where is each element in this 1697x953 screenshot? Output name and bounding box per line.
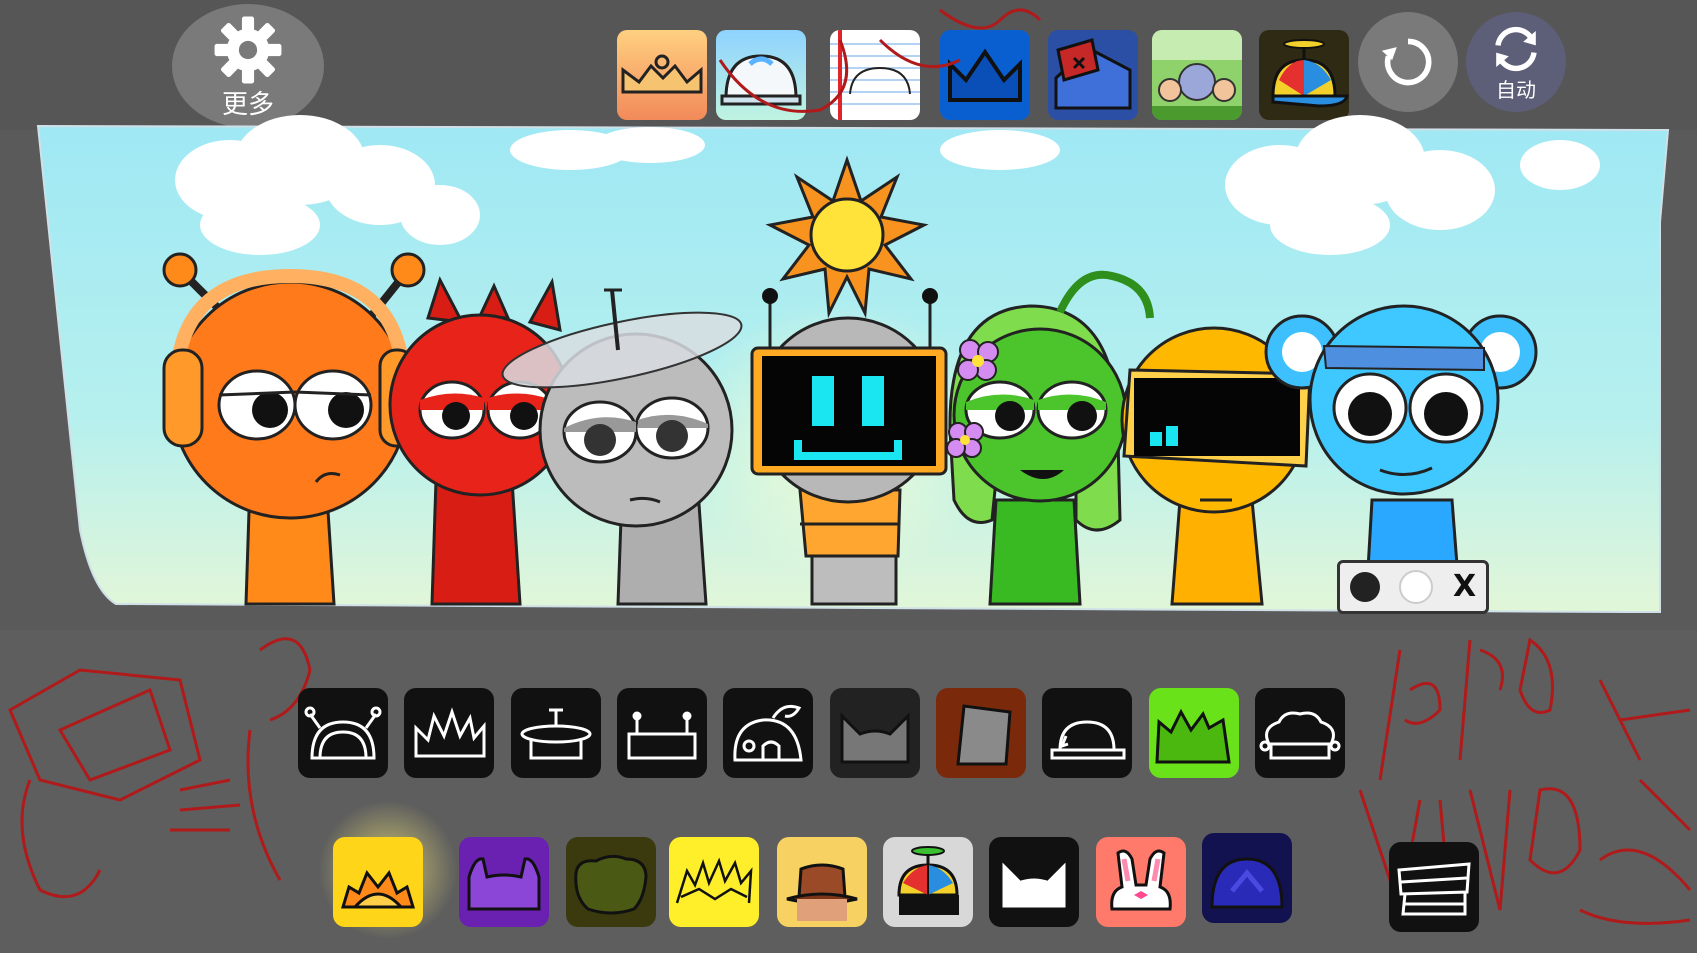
costume-propeller-cap[interactable] — [883, 837, 973, 927]
costume-bush-hair[interactable] — [566, 837, 656, 927]
costume-white-cat-ears[interactable] — [989, 837, 1079, 927]
costume-gray-bucket[interactable] — [936, 688, 1026, 778]
costume-pink-bunny-ears[interactable] — [1096, 837, 1186, 927]
costume-antenna-ears[interactable] — [298, 688, 388, 778]
solo-dot[interactable] — [1399, 570, 1434, 604]
costume-brown-fedora[interactable] — [777, 837, 867, 927]
costume-striped-box[interactable] — [1389, 842, 1479, 932]
costume-robot-antenna[interactable] — [617, 688, 707, 778]
costume-chef-hat[interactable] — [1255, 688, 1345, 778]
costume-satellite-dish[interactable] — [511, 688, 601, 778]
red-scribbles-top — [718, 8, 1042, 113]
costume-spiky-crown[interactable] — [404, 688, 494, 778]
costume-green-spikes[interactable] — [1149, 688, 1239, 778]
costume-cat-ears[interactable] — [830, 688, 920, 778]
costume-hard-hat[interactable] — [1042, 688, 1132, 778]
costume-blue-dome[interactable] — [1202, 833, 1292, 923]
character-stage — [36, 8, 1670, 613]
costume-lightning-crown[interactable] — [669, 837, 759, 927]
mute-dot[interactable] — [1349, 572, 1380, 602]
remove-button[interactable]: X — [1453, 572, 1476, 602]
costume-purple-horns[interactable] — [459, 837, 549, 927]
costume-tree-mushroom[interactable] — [723, 688, 813, 778]
character-mini-toolbar: X — [1337, 560, 1489, 614]
costume-sun-crown[interactable] — [333, 837, 423, 927]
